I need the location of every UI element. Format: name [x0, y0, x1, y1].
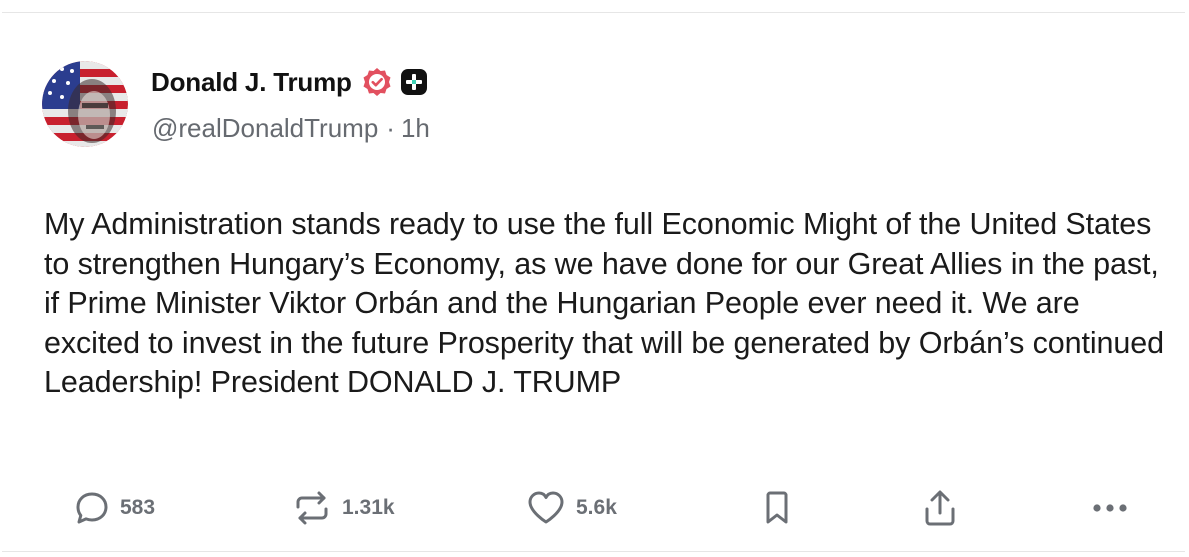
repost-arrows-icon [292, 490, 332, 526]
share-upload-icon [922, 489, 958, 527]
verified-badge-icon [362, 67, 392, 97]
bookmark-icon [762, 490, 792, 526]
post-body: My Administration stands ready to use th… [44, 207, 1164, 399]
author-row: Donald J. Trump [151, 65, 428, 99]
timestamp[interactable]: 1h [401, 113, 430, 144]
avatar[interactable] [42, 61, 128, 147]
reply-button[interactable]: 583 [74, 483, 155, 533]
speech-bubble-icon [74, 490, 110, 526]
author-name[interactable]: Donald J. Trump [151, 67, 352, 98]
share-button[interactable] [922, 483, 958, 533]
handle[interactable]: @realDonaldTrump [152, 113, 378, 144]
more-options-button[interactable] [1090, 483, 1130, 533]
retruth-count: 1.31k [342, 496, 395, 519]
like-button[interactable]: 5.6k [526, 483, 617, 533]
more-dots-icon [1090, 498, 1130, 518]
heart-icon [526, 490, 566, 526]
plus-badge-icon [400, 68, 428, 96]
like-count: 5.6k [576, 496, 617, 519]
bookmark-button[interactable] [762, 483, 792, 533]
reply-count: 583 [120, 496, 156, 519]
post-card: Donald J. Trump @realDonaldTrump · 1h My… [2, 12, 1185, 552]
action-bar: 583 1.31k 5.6k [2, 483, 1185, 533]
separator: · [386, 113, 395, 143]
retruth-button[interactable]: 1.31k [292, 483, 395, 533]
handle-row: @realDonaldTrump · 1h [152, 113, 430, 144]
